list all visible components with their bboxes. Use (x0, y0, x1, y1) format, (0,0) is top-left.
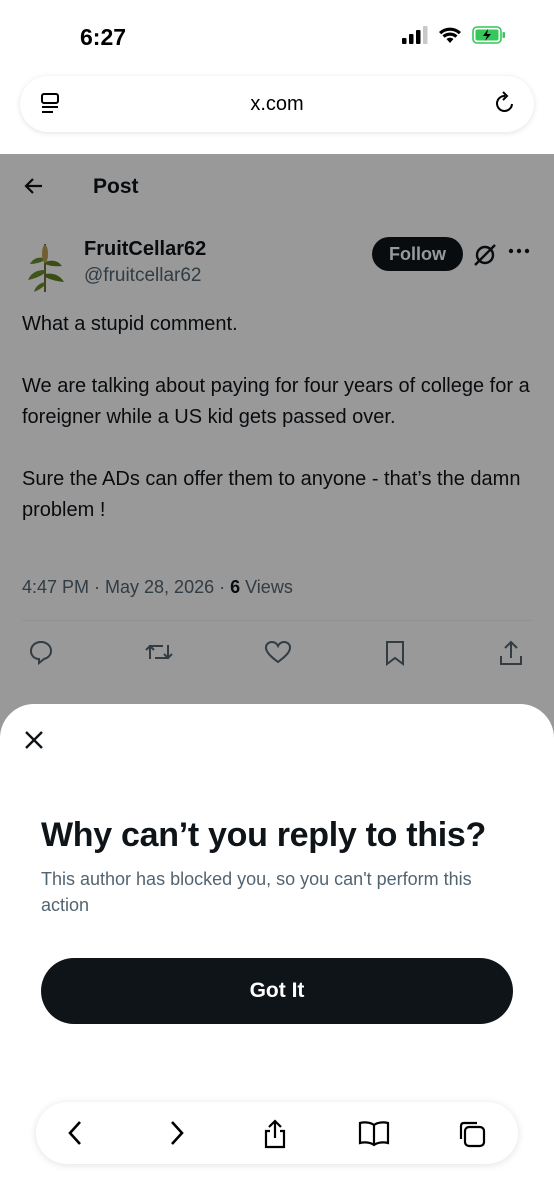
url-text[interactable]: x.com (20, 93, 534, 116)
wifi-icon (438, 26, 462, 49)
bookmarks-icon[interactable] (357, 1118, 391, 1153)
reload-icon[interactable] (494, 91, 516, 120)
browser-toolbar (36, 1102, 518, 1164)
status-time: 6:27 (80, 24, 127, 50)
browser-url-area: x.com (0, 70, 554, 154)
close-icon[interactable] (20, 726, 48, 754)
browser-share-icon[interactable] (260, 1118, 290, 1155)
signal-icon (402, 26, 428, 49)
status-icons (402, 26, 506, 49)
address-bar[interactable]: x.com (20, 76, 534, 132)
browser-back-icon[interactable] (64, 1118, 86, 1153)
sheet-body: This author has blocked you, so you can'… (41, 869, 472, 915)
browser-forward-icon[interactable] (166, 1118, 188, 1153)
battery-icon (472, 26, 506, 49)
sheet-title: Why can’t you reply to this? (41, 816, 486, 854)
tabs-icon[interactable] (456, 1118, 488, 1155)
got-it-button[interactable]: Got It (41, 958, 513, 1024)
status-bar: 6:27 (0, 0, 554, 70)
